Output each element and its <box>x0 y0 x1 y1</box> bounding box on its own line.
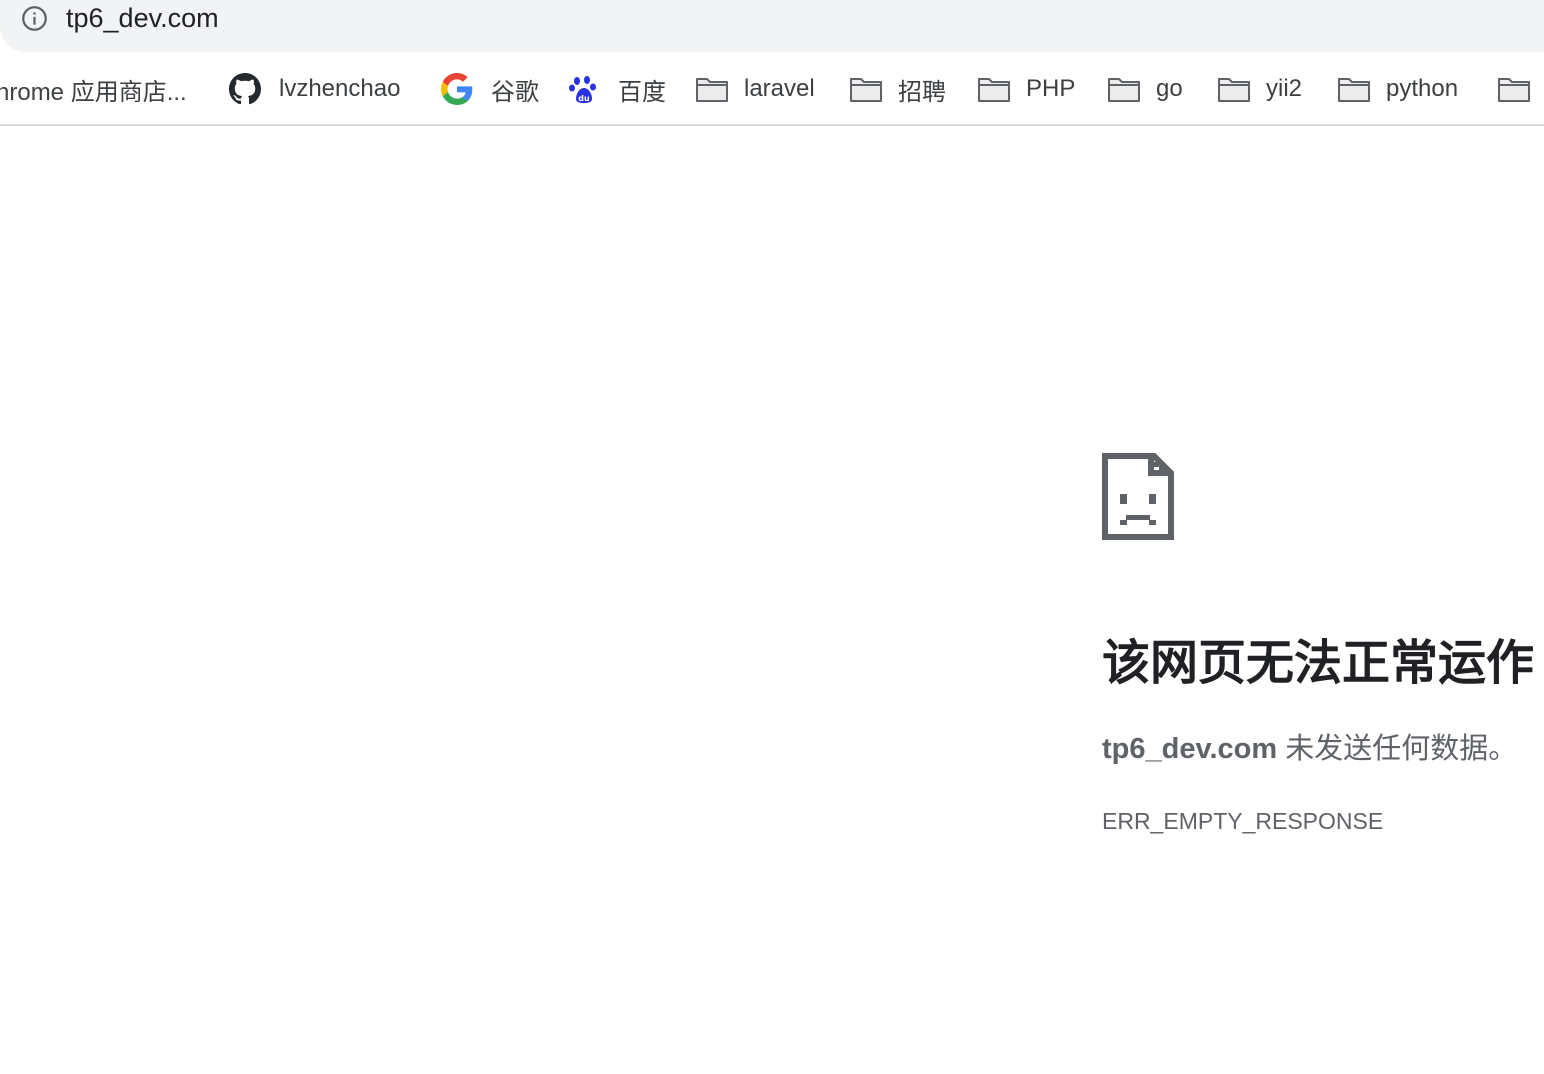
bookmark-folder-yii2[interactable]: yii2 <box>1217 52 1303 124</box>
error-description: tp6_dev.com 未发送任何数据。 <box>1102 728 1517 770</box>
bookmark-folder-php[interactable]: PHP <box>977 52 1076 124</box>
github-icon <box>229 73 261 105</box>
address-bar[interactable]: tp6_dev.com <box>0 0 1544 52</box>
folder-icon <box>1108 78 1140 102</box>
bookmark-folder-go[interactable]: go <box>1107 52 1183 124</box>
error-title: 该网页无法正常运作 <box>1102 637 1535 690</box>
bookmark-github[interactable]: lvzhenchao <box>229 52 401 124</box>
folder-icon <box>1498 78 1530 102</box>
bookmark-folder-python[interactable]: python <box>1337 52 1459 124</box>
folder-icon <box>1218 78 1250 102</box>
google-icon <box>441 73 473 105</box>
bookmarks-bar: hrome 应用商店... lvzhenchao 谷歌 du 百度 larave… <box>0 52 1544 126</box>
bookmark-label: go <box>1156 75 1183 102</box>
bookmark-label: PHP <box>1026 75 1076 102</box>
bookmark-label: yii2 <box>1266 75 1303 102</box>
folder-icon <box>1338 78 1370 102</box>
folder-icon <box>850 78 882 102</box>
bookmark-baidu[interactable]: du 百度 <box>568 52 666 124</box>
error-host: tp6_dev.com <box>1102 733 1278 765</box>
bookmark-google[interactable]: 谷歌 <box>441 52 539 124</box>
bookmark-label: 谷歌 <box>491 78 539 106</box>
bookmark-label: python <box>1386 75 1459 102</box>
url-text[interactable]: tp6_dev.com <box>66 1 219 35</box>
bookmark-label: hrome 应用商店... <box>0 78 187 106</box>
bookmark-folder-jobs[interactable]: 招聘 <box>849 52 946 124</box>
bookmark-folder-more[interactable] <box>1497 52 1544 124</box>
sad-page-icon <box>1102 453 1174 540</box>
bookmark-folder-laravel[interactable]: laravel <box>695 52 815 124</box>
baidu-icon: du <box>569 76 596 103</box>
error-message: 未发送任何数据。 <box>1277 733 1518 765</box>
svg-text:du: du <box>578 94 590 103</box>
bookmark-label: lvzhenchao <box>279 75 401 102</box>
bookmark-label: laravel <box>744 75 815 102</box>
bookmark-chrome-web-store[interactable]: hrome 应用商店... <box>0 52 187 124</box>
folder-icon <box>978 78 1010 102</box>
bookmark-label: 招聘 <box>898 78 946 106</box>
error-code: ERR_EMPTY_RESPONSE <box>1102 808 1384 834</box>
info-icon[interactable] <box>21 5 48 32</box>
bookmark-label: 百度 <box>618 78 666 106</box>
folder-icon <box>696 78 728 102</box>
